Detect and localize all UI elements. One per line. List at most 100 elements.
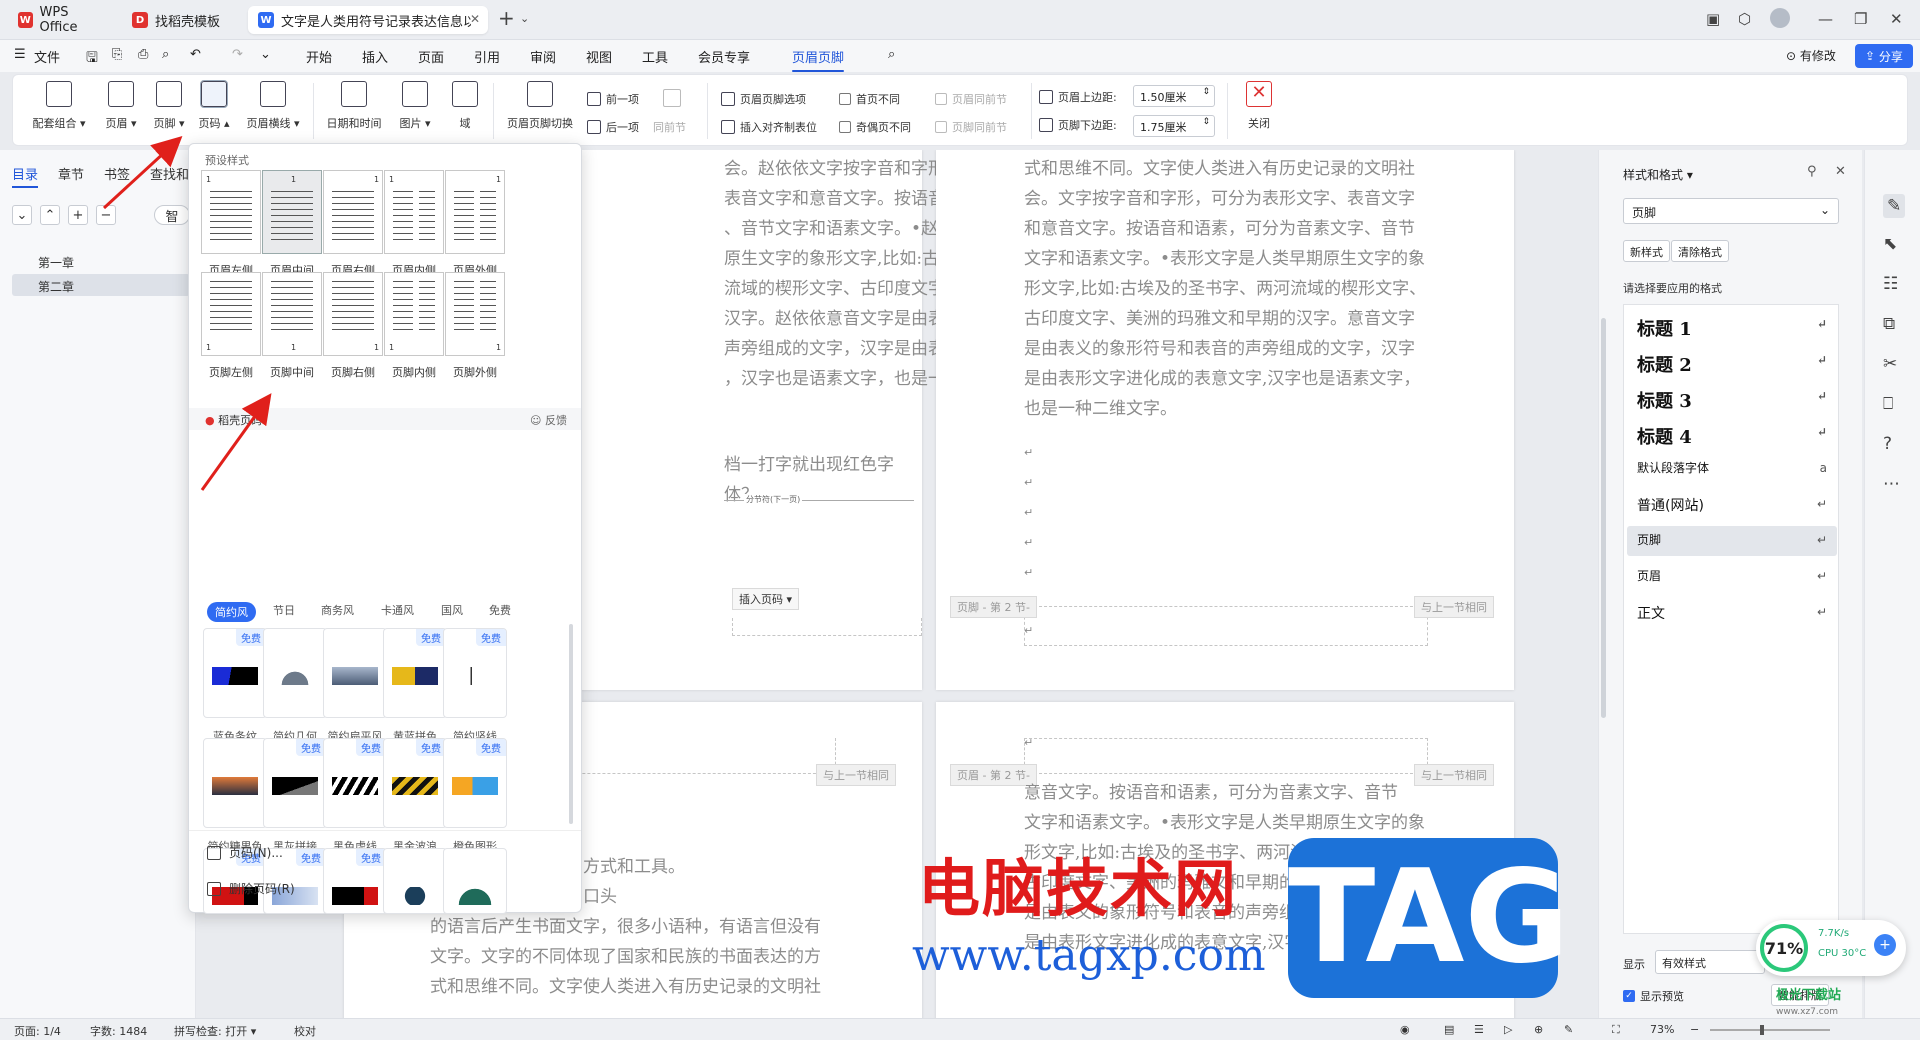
filter-cartoon[interactable]: 卡通风 xyxy=(381,602,414,618)
pen-icon[interactable]: ✎ xyxy=(1564,1023,1573,1036)
filter-business[interactable]: 商务风 xyxy=(321,602,354,618)
footer-bottom-margin-input[interactable]: 1.75厘米 ⇕ xyxy=(1133,115,1215,137)
print-preview-icon[interactable]: ⌕ xyxy=(162,47,169,62)
web-view-icon[interactable]: ⊕ xyxy=(1534,1023,1543,1036)
preset-header-inner[interactable]: 1 页眉内侧 xyxy=(382,170,446,278)
new-style-button[interactable]: 新样式 xyxy=(1623,240,1670,262)
outline-item-chapter-1[interactable]: 第一章 xyxy=(12,250,190,272)
filter-simple[interactable]: 简约风 xyxy=(207,602,256,622)
filter-chinese[interactable]: 国风 xyxy=(441,602,463,618)
add-icon[interactable]: + xyxy=(1874,934,1896,956)
fit-icon[interactable]: ⛶ xyxy=(1612,1023,1620,1037)
delete-page-number-item[interactable]: 删除页码(R) xyxy=(207,880,295,897)
prev-item-button[interactable]: 前一项 xyxy=(587,91,639,107)
menu-reference[interactable]: 引用 xyxy=(474,47,500,66)
page-number-template[interactable]: 免费 xyxy=(443,738,507,828)
style-item[interactable]: 普通(网站) ↵ xyxy=(1627,490,1837,520)
page-number-template[interactable]: 免费 xyxy=(263,738,327,828)
page-number-template[interactable] xyxy=(383,848,447,914)
insert-page-number-button[interactable]: 插入页码 ▾ xyxy=(732,588,800,610)
outline-item-chapter-2[interactable]: 第二章 xyxy=(12,274,190,296)
preset-footer-left[interactable]: 1 页脚左侧 xyxy=(199,272,263,380)
search-icon[interactable]: ⌕ xyxy=(888,47,895,62)
word-count[interactable]: 字数: 1484 xyxy=(90,1023,147,1039)
more-chevron-icon[interactable]: ⌄ xyxy=(260,47,271,62)
menu-page[interactable]: 页面 xyxy=(418,47,444,66)
play-icon[interactable]: ▷ xyxy=(1504,1023,1512,1036)
style-item[interactable]: 正文 ↵ xyxy=(1627,598,1837,628)
style-item[interactable]: 标题 3 ↵ xyxy=(1627,382,1837,412)
minimize-icon[interactable]: — xyxy=(1818,10,1833,28)
page-number-template[interactable]: 免费 xyxy=(383,628,447,718)
preset-header-left[interactable]: 1 页眉左侧 xyxy=(199,170,263,278)
modified-status[interactable]: ⊙ 有修改 xyxy=(1786,47,1836,64)
style-item[interactable]: 页眉 ↵ xyxy=(1627,562,1837,592)
outline-view-icon[interactable]: ☰ xyxy=(1474,1023,1484,1036)
box-icon[interactable]: ⬡ xyxy=(1738,10,1751,28)
page-number-button[interactable]: 页码 ▴ xyxy=(191,80,237,131)
combo-button[interactable]: 配套组合 ▾ xyxy=(29,81,89,131)
zoom-slider[interactable] xyxy=(1710,1025,1830,1035)
save-icon[interactable]: 🖫 xyxy=(86,47,98,71)
header-top-margin-input[interactable]: 1.50厘米 ⇕ xyxy=(1133,85,1215,107)
page-number-template[interactable] xyxy=(203,738,267,828)
cursor-icon[interactable]: ⬉ xyxy=(1883,234,1897,254)
filter-free[interactable]: 免费 xyxy=(489,602,511,618)
redo-icon[interactable]: ↷ xyxy=(232,47,243,62)
page-number-template[interactable]: 免费 xyxy=(383,738,447,828)
preset-header-center[interactable]: 1 页眉中间 xyxy=(260,170,324,278)
smart-toc-button[interactable]: 智 xyxy=(154,205,190,225)
same-prev-icon-button[interactable] xyxy=(663,89,686,107)
header-same-prev-checkbox[interactable]: 页眉同前节 xyxy=(935,91,1007,107)
footer-region[interactable] xyxy=(1024,606,1428,646)
tab-docer-template[interactable]: D 找稻壳模板 xyxy=(122,6,240,34)
header-button[interactable]: 页眉 ▾ xyxy=(99,81,143,131)
clear-format-button[interactable]: 清除格式 xyxy=(1671,240,1729,262)
nav-tab-bookmark[interactable]: 书签 xyxy=(104,164,130,183)
menu-insert[interactable]: 插入 xyxy=(362,47,388,66)
page-number-template[interactable]: 免费 xyxy=(443,628,507,718)
menu-header-footer[interactable]: 页眉页脚 xyxy=(792,47,845,72)
zoom-level[interactable]: 73% xyxy=(1650,1023,1674,1036)
tools-icon[interactable]: ✂ xyxy=(1883,354,1897,374)
header-region[interactable] xyxy=(1024,738,1428,774)
page-2[interactable]: 式和思维不同。文字使人类进入有历史记录的文明社 会。文字按字音和字形，可分为表形文… xyxy=(936,150,1514,690)
menu-view[interactable]: 视图 xyxy=(586,47,612,66)
close-pane-icon[interactable]: ✕ xyxy=(1835,164,1846,179)
footer-same-prev-checkbox[interactable]: 页脚同前节 xyxy=(935,119,1007,135)
proofread[interactable]: 校对 xyxy=(294,1023,316,1039)
style-item[interactable]: 标题 4 ↵ xyxy=(1627,418,1837,448)
nav-tab-find[interactable]: 查找和 xyxy=(150,164,189,183)
tab-document[interactable]: W 文字是人类用符号记录表达信息以 ✕ xyxy=(248,6,488,34)
page-count[interactable]: 页面: 1/4 xyxy=(14,1023,61,1039)
preset-footer-inner[interactable]: 1 页脚内侧 xyxy=(382,272,446,380)
first-page-diff-checkbox[interactable]: 首页不同 xyxy=(839,91,900,107)
menu-start[interactable]: 开始 xyxy=(306,47,332,66)
style-item[interactable]: 页脚 ↵ xyxy=(1627,526,1837,556)
preset-footer-outer[interactable]: 1 页脚外侧 xyxy=(443,272,507,380)
close-tab-icon[interactable]: ✕ xyxy=(470,12,480,26)
zoom-slider-handle[interactable] xyxy=(1760,1025,1764,1035)
preset-footer-center[interactable]: 1 页脚中间 xyxy=(260,272,324,380)
page-number-template[interactable]: 免费 xyxy=(323,738,387,828)
spell-check[interactable]: 拼写检查: 打开 ▾ xyxy=(174,1023,256,1039)
print-icon[interactable]: ⎙ xyxy=(138,47,148,62)
page-number-template[interactable] xyxy=(443,848,507,914)
add-heading-button[interactable]: + xyxy=(68,205,88,225)
header-line-button[interactable]: 页眉横线 ▾ xyxy=(241,81,305,131)
show-preview-checkbox[interactable]: ✓ 显示预览 xyxy=(1623,988,1684,1004)
image-edit-icon[interactable]: ⧉ xyxy=(1883,314,1895,334)
page-number-template[interactable] xyxy=(263,628,327,718)
nav-tab-toc[interactable]: 目录 xyxy=(12,164,39,188)
page-number-template[interactable]: 免费 xyxy=(203,628,267,718)
more-icon[interactable]: ⋯ xyxy=(1883,474,1900,494)
export-icon[interactable]: ⎘ xyxy=(112,47,122,62)
remove-heading-button[interactable]: − xyxy=(96,205,116,225)
current-style-select[interactable]: 页脚 ⌄ xyxy=(1623,198,1839,224)
avatar[interactable] xyxy=(1770,8,1790,28)
show-select[interactable]: 有效样式 xyxy=(1655,950,1765,974)
hf-options-button[interactable]: 页眉页脚选项 xyxy=(721,91,806,107)
performance-widget[interactable]: 71% 7.7K/s CPU 30°C + xyxy=(1756,920,1906,976)
undo-icon[interactable]: ↶ xyxy=(190,47,201,62)
feedback-link[interactable]: ☺ 反馈 xyxy=(530,412,567,428)
